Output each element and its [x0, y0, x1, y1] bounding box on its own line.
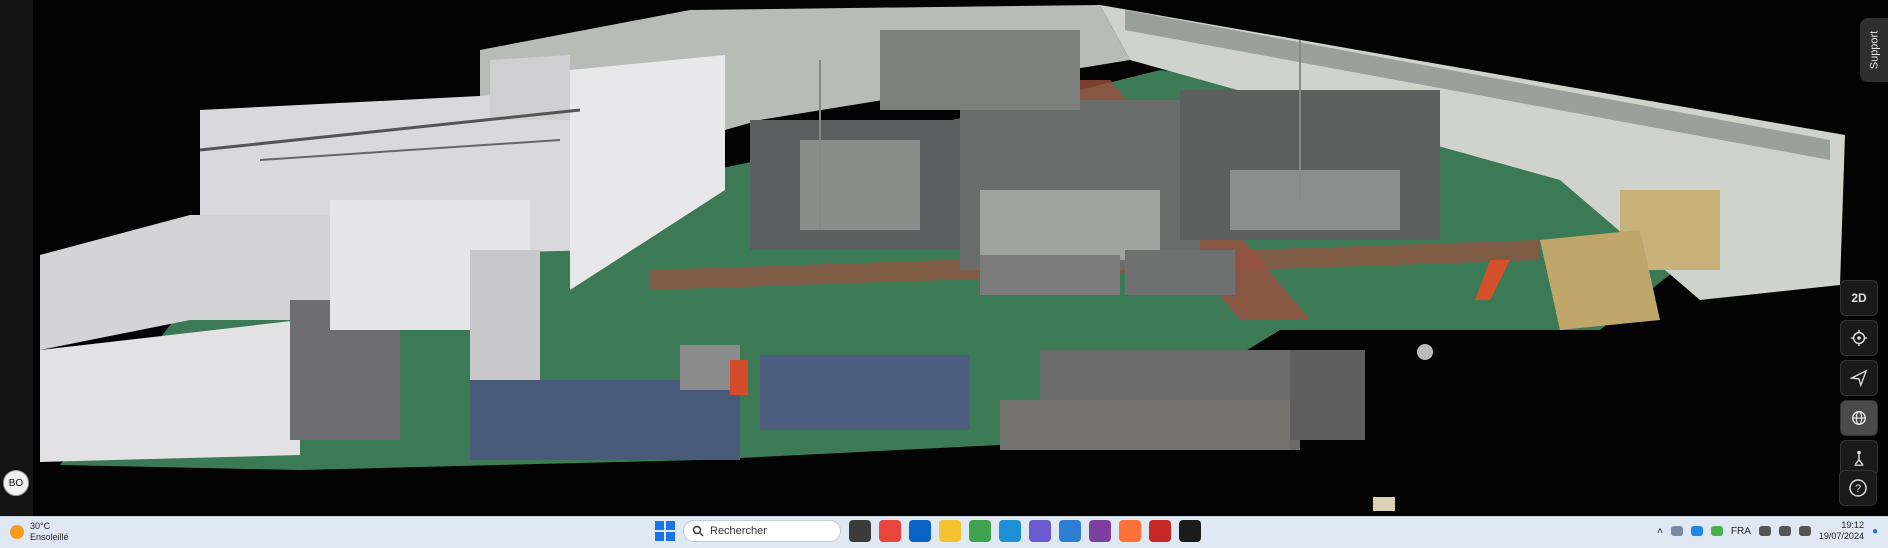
- weather-text: 30°C Ensoleillé: [30, 521, 69, 543]
- windows-taskbar: 30°C Ensoleillé Rechercher ˄ FRA 19:12 1…: [0, 516, 1888, 548]
- 3d-viewer[interactable]: Support 2D ? BO: [0, 0, 1888, 516]
- store-icon[interactable]: [1059, 520, 1081, 542]
- weather-desc: Ensoleillé: [30, 532, 69, 542]
- weather-widget[interactable]: 30°C Ensoleillé: [10, 521, 69, 543]
- chevron-up-icon[interactable]: ˄: [1657, 526, 1663, 537]
- globe-button[interactable]: [1840, 400, 1878, 436]
- battery-icon[interactable]: [1798, 526, 1811, 536]
- support-tab[interactable]: Support: [1860, 18, 1888, 82]
- volume-icon[interactable]: [1778, 526, 1791, 536]
- search-placeholder: Rechercher: [710, 525, 767, 537]
- app-red-icon[interactable]: [1149, 520, 1171, 542]
- task-view-icon[interactable]: [849, 520, 871, 542]
- point-cloud-scene[interactable]: [0, 0, 1888, 516]
- globe-icon: [1852, 411, 1866, 425]
- search-icon: [692, 525, 704, 537]
- firefox-icon[interactable]: [1119, 520, 1141, 542]
- sun-icon: [10, 525, 24, 539]
- app-purple-icon[interactable]: [1089, 520, 1111, 542]
- app-dark-icon[interactable]: [1179, 520, 1201, 542]
- locate-icon: [1850, 329, 1868, 347]
- toggle-2d-button[interactable]: 2D: [1840, 280, 1878, 316]
- locate-button[interactable]: [1840, 320, 1878, 356]
- clock-time: 19:12: [1841, 520, 1864, 530]
- network-icon[interactable]: [1758, 526, 1771, 536]
- viewer-toolbar: 2D: [1840, 280, 1878, 476]
- clock-date: 19/07/2024: [1818, 531, 1864, 541]
- windows-start-icon[interactable]: [655, 521, 675, 541]
- edge-icon[interactable]: [999, 520, 1021, 542]
- cloud-icon[interactable]: [1670, 526, 1683, 536]
- notification-bell-icon[interactable]: ●: [1872, 526, 1878, 537]
- copilot-icon[interactable]: [1029, 520, 1051, 542]
- clock[interactable]: 19:12 19/07/2024: [1819, 520, 1864, 542]
- sync-icon[interactable]: [1710, 526, 1723, 536]
- taskbar-center: Rechercher: [655, 520, 1201, 542]
- help-button[interactable]: ?: [1839, 470, 1877, 506]
- taskbar-search[interactable]: Rechercher: [683, 520, 841, 542]
- user-avatar[interactable]: BO: [3, 470, 29, 496]
- outlook-icon[interactable]: [909, 520, 931, 542]
- send-icon: [1850, 369, 1868, 387]
- support-label: Support: [1868, 30, 1880, 70]
- svg-text:?: ?: [1855, 483, 1861, 495]
- toggle-2d-label: 2D: [1851, 291, 1867, 305]
- language-indicator[interactable]: FRA: [1731, 526, 1751, 537]
- avatar-initials: BO: [8, 477, 24, 489]
- walk-icon: [1854, 450, 1864, 466]
- onedrive-icon[interactable]: [1690, 526, 1703, 536]
- app-green-icon[interactable]: [969, 520, 991, 542]
- system-tray: ˄ FRA 19:12 19/07/2024 ●: [1657, 520, 1878, 542]
- file-explorer-icon[interactable]: [939, 520, 961, 542]
- send-button[interactable]: [1840, 360, 1878, 396]
- help-icon: ?: [1849, 479, 1867, 497]
- chrome-icon[interactable]: [879, 520, 901, 542]
- weather-temp: 30°C: [30, 521, 51, 531]
